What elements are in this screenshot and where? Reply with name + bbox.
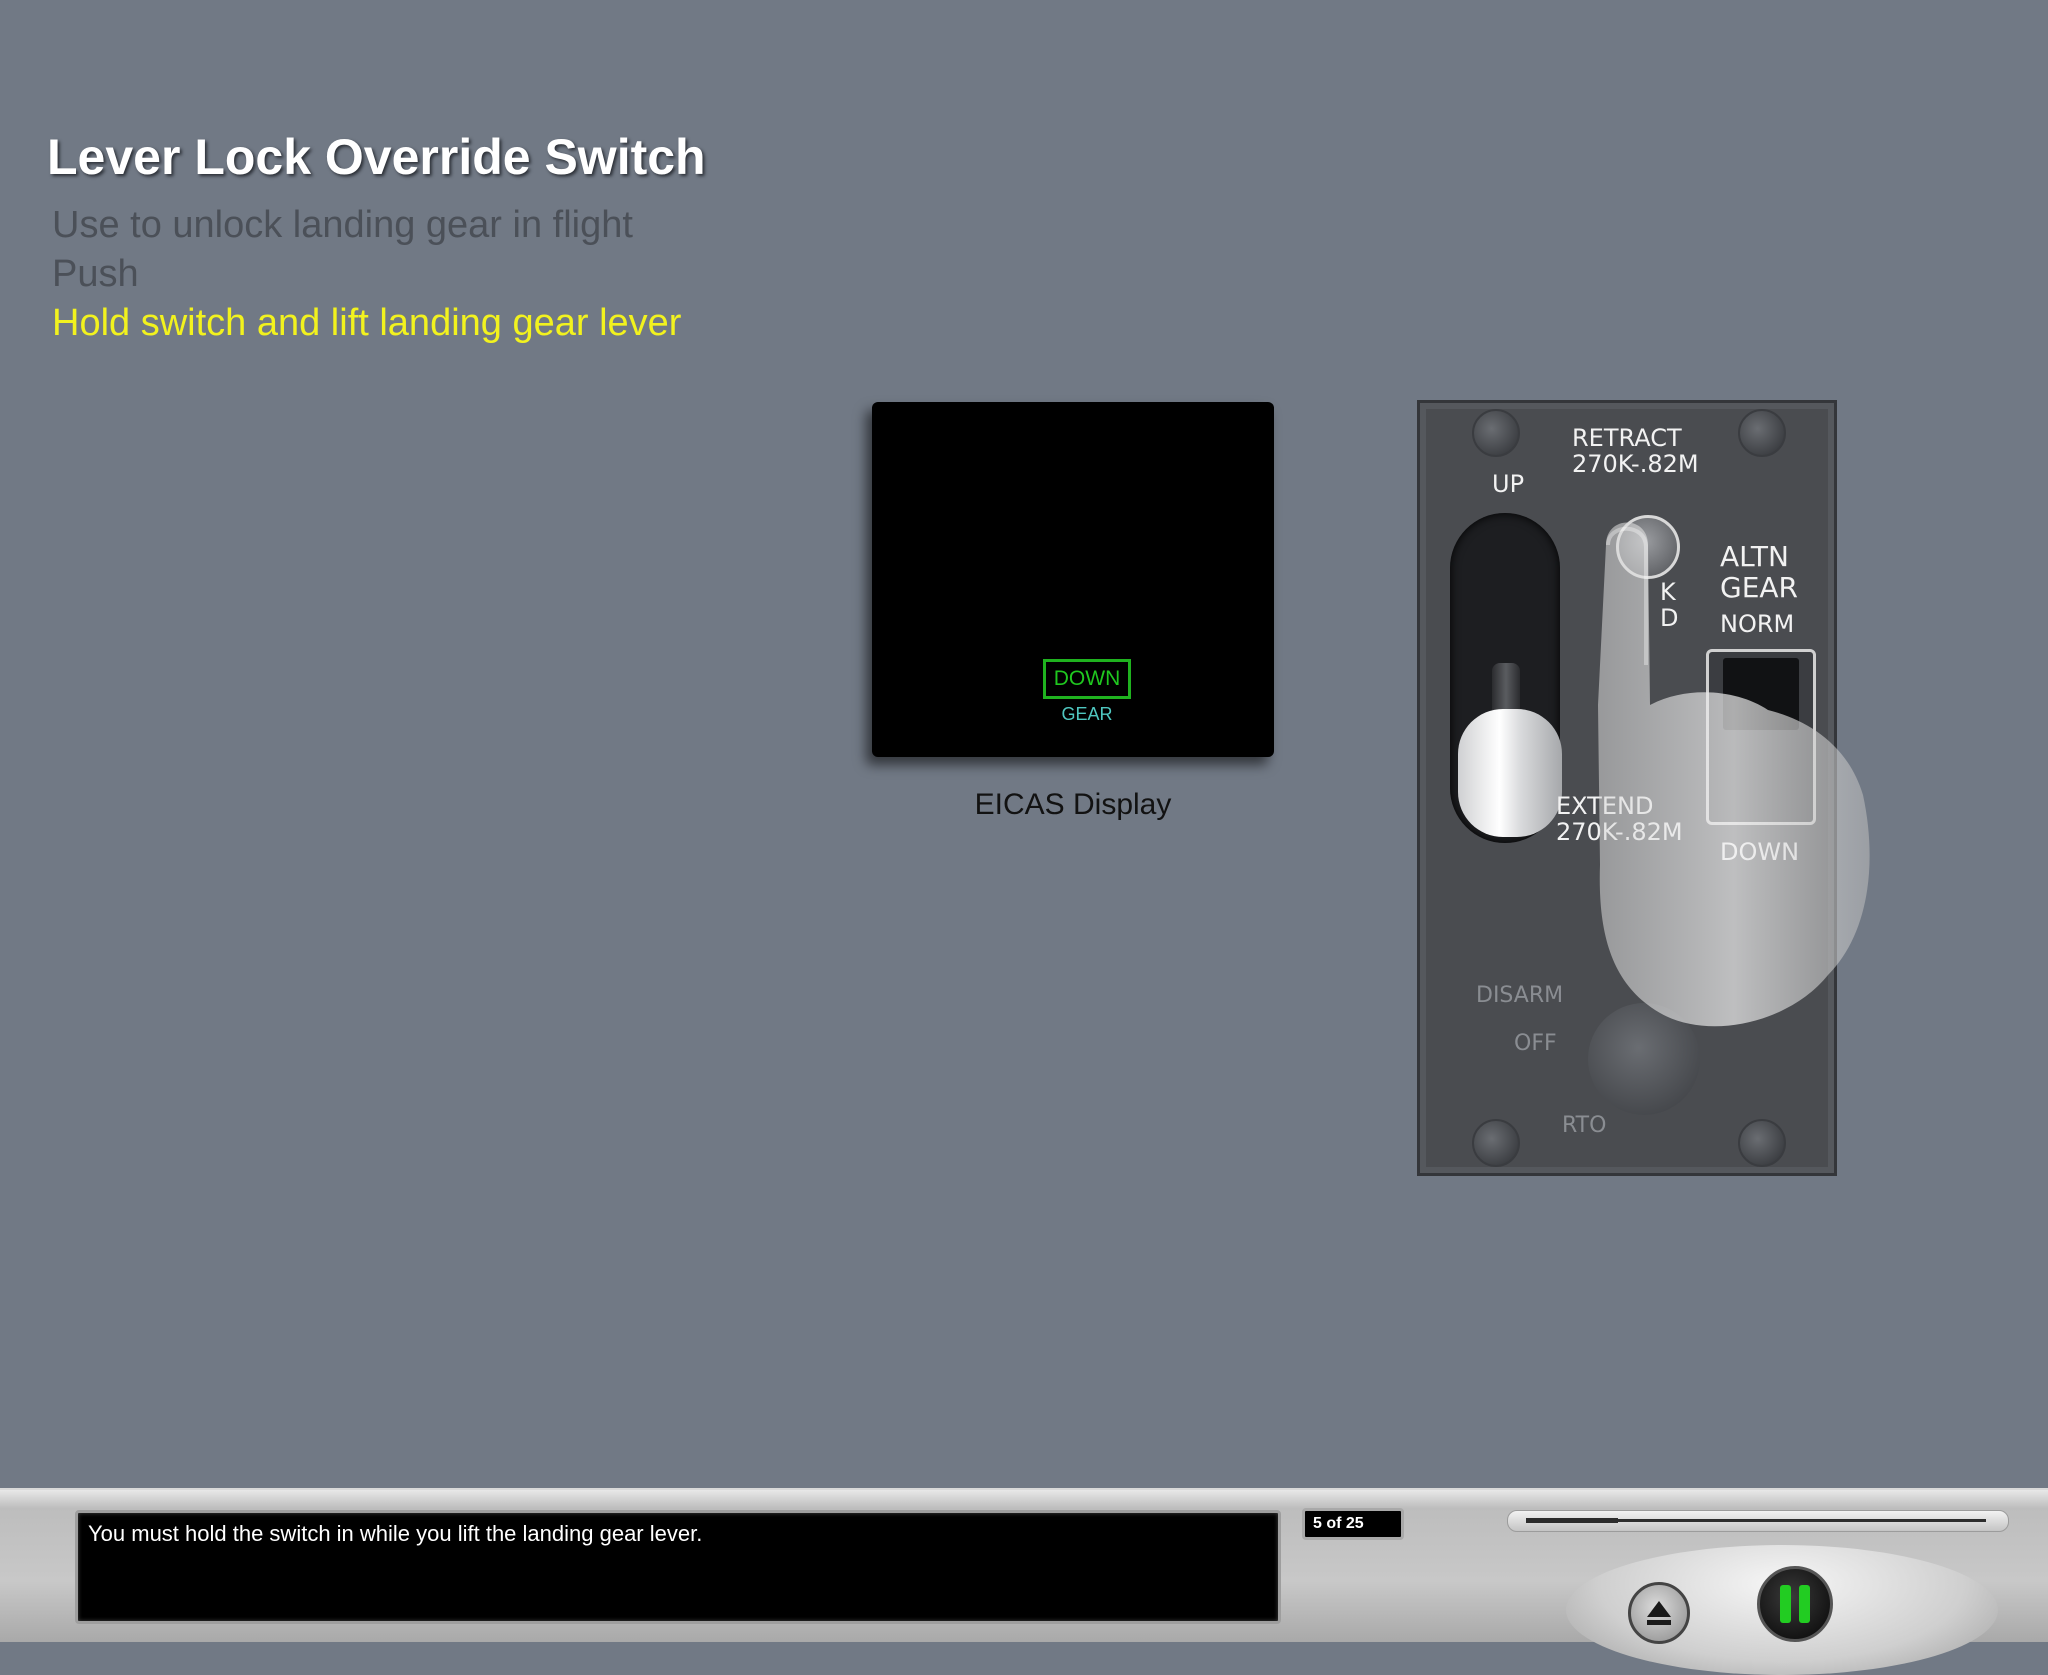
panel-screw-icon bbox=[1738, 409, 1786, 457]
eject-button[interactable] bbox=[1628, 1582, 1690, 1644]
norm-label: NORM bbox=[1720, 610, 1795, 638]
alternate-gear-switch[interactable] bbox=[1706, 649, 1816, 825]
down-label: DOWN bbox=[1720, 838, 1800, 866]
gear-lever-knob[interactable] bbox=[1458, 709, 1562, 837]
eicas-display: DOWN GEAR bbox=[872, 402, 1274, 757]
gear-down-indicator: DOWN bbox=[1043, 659, 1131, 699]
progress-bar[interactable] bbox=[1507, 1510, 2009, 1532]
disarm-label: DISARM bbox=[1476, 983, 1564, 1008]
retract-label: RETRACT 270K-.82M bbox=[1572, 424, 1699, 478]
rto-label: RTO bbox=[1562, 1113, 1607, 1138]
narration-caption-box: You must hold the switch in while you li… bbox=[75, 1510, 1281, 1624]
pause-icon bbox=[1780, 1585, 1810, 1623]
lock-override-label: KD bbox=[1660, 578, 1679, 632]
extend-label: EXTEND 270K-.82M bbox=[1556, 792, 1683, 846]
eicas-caption: EICAS Display bbox=[974, 788, 1172, 821]
altn-gear-label: ALTN GEAR bbox=[1720, 540, 1798, 604]
landing-gear-panel: RETRACT 270K-.82M UP KD ALTN GEAR NORM EXT… bbox=[1417, 400, 1837, 1176]
off-label: OFF bbox=[1514, 1031, 1557, 1056]
autobrake-selector-knob[interactable] bbox=[1588, 1003, 1700, 1115]
progress-fill bbox=[1526, 1518, 1618, 1523]
up-label: UP bbox=[1492, 470, 1525, 498]
player-control-bar: You must hold the switch in while you li… bbox=[0, 1488, 2048, 1675]
pause-button[interactable] bbox=[1757, 1566, 1833, 1642]
alternate-gear-switch-cover[interactable] bbox=[1723, 658, 1799, 730]
step-push: Push bbox=[52, 253, 139, 295]
lock-override-switch[interactable] bbox=[1616, 515, 1680, 579]
step-hold-and-lift: Hold switch and lift landing gear lever bbox=[52, 302, 682, 344]
panel-screw-icon bbox=[1472, 409, 1520, 457]
eject-icon bbox=[1647, 1601, 1671, 1625]
page-counter: 5 of 25 bbox=[1302, 1508, 1404, 1540]
step-unlock-in-flight: Use to unlock landing gear in flight bbox=[52, 204, 633, 246]
narration-caption: You must hold the switch in while you li… bbox=[88, 1521, 703, 1546]
panel-screw-icon bbox=[1738, 1119, 1786, 1167]
panel-screw-icon bbox=[1472, 1119, 1520, 1167]
gear-label: GEAR bbox=[1061, 704, 1113, 724]
lesson-title: Lever Lock Override Switch bbox=[47, 129, 706, 185]
